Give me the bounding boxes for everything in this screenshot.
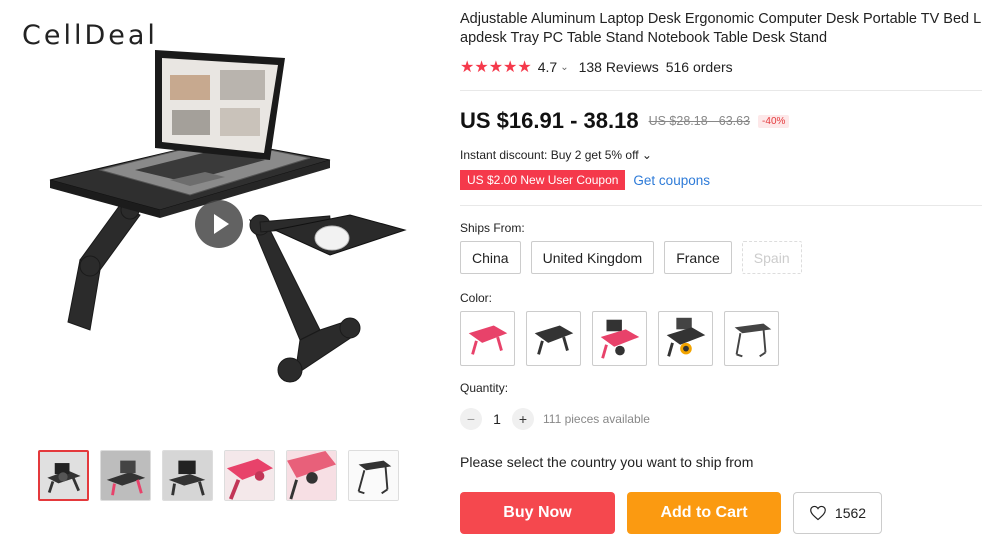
original-price: US $28.18 - 63.63: [648, 114, 751, 128]
ships-from-options: China United Kingdom France Spain: [460, 241, 802, 274]
quantity-plus-button[interactable]: +: [512, 408, 534, 430]
thumbnail-strip: [38, 450, 399, 501]
color-swatch-2[interactable]: [526, 311, 581, 366]
rating-stars-icon: ★★★★★: [460, 59, 532, 76]
thumbnail-3[interactable]: [162, 450, 213, 501]
new-user-coupon-badge: US $2.00 New User Coupon: [460, 170, 626, 190]
price-row: US $16.91 - 38.18 US $28.18 - 63.63 -40%: [460, 108, 790, 134]
orders-count: 516 orders: [665, 59, 733, 75]
color-swatch-4[interactable]: [658, 311, 713, 366]
quantity-minus-button[interactable]: −: [460, 408, 482, 430]
wishlist-button[interactable]: 1562: [793, 492, 882, 534]
thumbnail-4[interactable]: [224, 450, 275, 501]
thumbnail-6[interactable]: [348, 450, 399, 501]
wishlist-count: 1562: [834, 505, 867, 521]
heart-icon: [810, 505, 826, 521]
color-options: [460, 311, 779, 366]
action-buttons: Buy Now Add to Cart 1562: [460, 492, 882, 534]
quantity-label: Quantity:: [460, 381, 509, 395]
instant-discount[interactable]: Instant discount: Buy 2 get 5% off ⌄: [460, 148, 652, 162]
ship-option-china[interactable]: China: [460, 241, 521, 274]
brand-logo: CellDeal: [22, 20, 158, 51]
chevron-down-icon[interactable]: ⌄: [560, 62, 568, 73]
thumbnail-5[interactable]: [286, 450, 337, 501]
product-gallery: CellDeal: [0, 0, 440, 546]
product-info-panel: Adjustable Aluminum Laptop Desk Ergonomi…: [460, 0, 990, 546]
color-swatch-3[interactable]: [592, 311, 647, 366]
divider: [460, 90, 982, 91]
ship-option-france[interactable]: France: [664, 241, 732, 274]
rating-value[interactable]: 4.7: [538, 59, 557, 75]
thumbnail-2[interactable]: [100, 450, 151, 501]
discount-badge: -40%: [758, 114, 790, 128]
buy-now-button[interactable]: Buy Now: [460, 492, 615, 534]
get-coupons-link[interactable]: Get coupons: [633, 173, 710, 188]
divider: [460, 205, 982, 206]
rating-row: ★★★★★ 4.7 ⌄ 138 Reviews 516 orders: [460, 57, 733, 77]
product-title: Adjustable Aluminum Laptop Desk Ergonomi…: [460, 11, 982, 46]
color-swatch-1[interactable]: [460, 311, 515, 366]
ship-option-united-kingdom[interactable]: United Kingdom: [530, 241, 655, 274]
ship-option-spain[interactable]: Spain: [741, 241, 802, 274]
current-price: US $16.91 - 38.18: [460, 108, 639, 133]
quantity-stepper: − 1 + 111 pieces available: [460, 408, 650, 430]
reviews-link[interactable]: 138 Reviews: [579, 59, 659, 75]
color-swatch-5[interactable]: [724, 311, 779, 366]
quantity-value[interactable]: 1: [482, 411, 512, 427]
thumbnail-1[interactable]: [38, 450, 89, 501]
ship-country-message: Please select the country you want to sh…: [460, 454, 754, 470]
color-label: Color:: [460, 291, 493, 305]
coupon-row: US $2.00 New User Coupon Get coupons: [460, 170, 710, 190]
add-to-cart-button[interactable]: Add to Cart: [627, 492, 781, 534]
ships-from-label: Ships From:: [460, 221, 525, 235]
pieces-available: 111 pieces available: [543, 412, 650, 426]
play-video-button[interactable]: [195, 200, 243, 248]
